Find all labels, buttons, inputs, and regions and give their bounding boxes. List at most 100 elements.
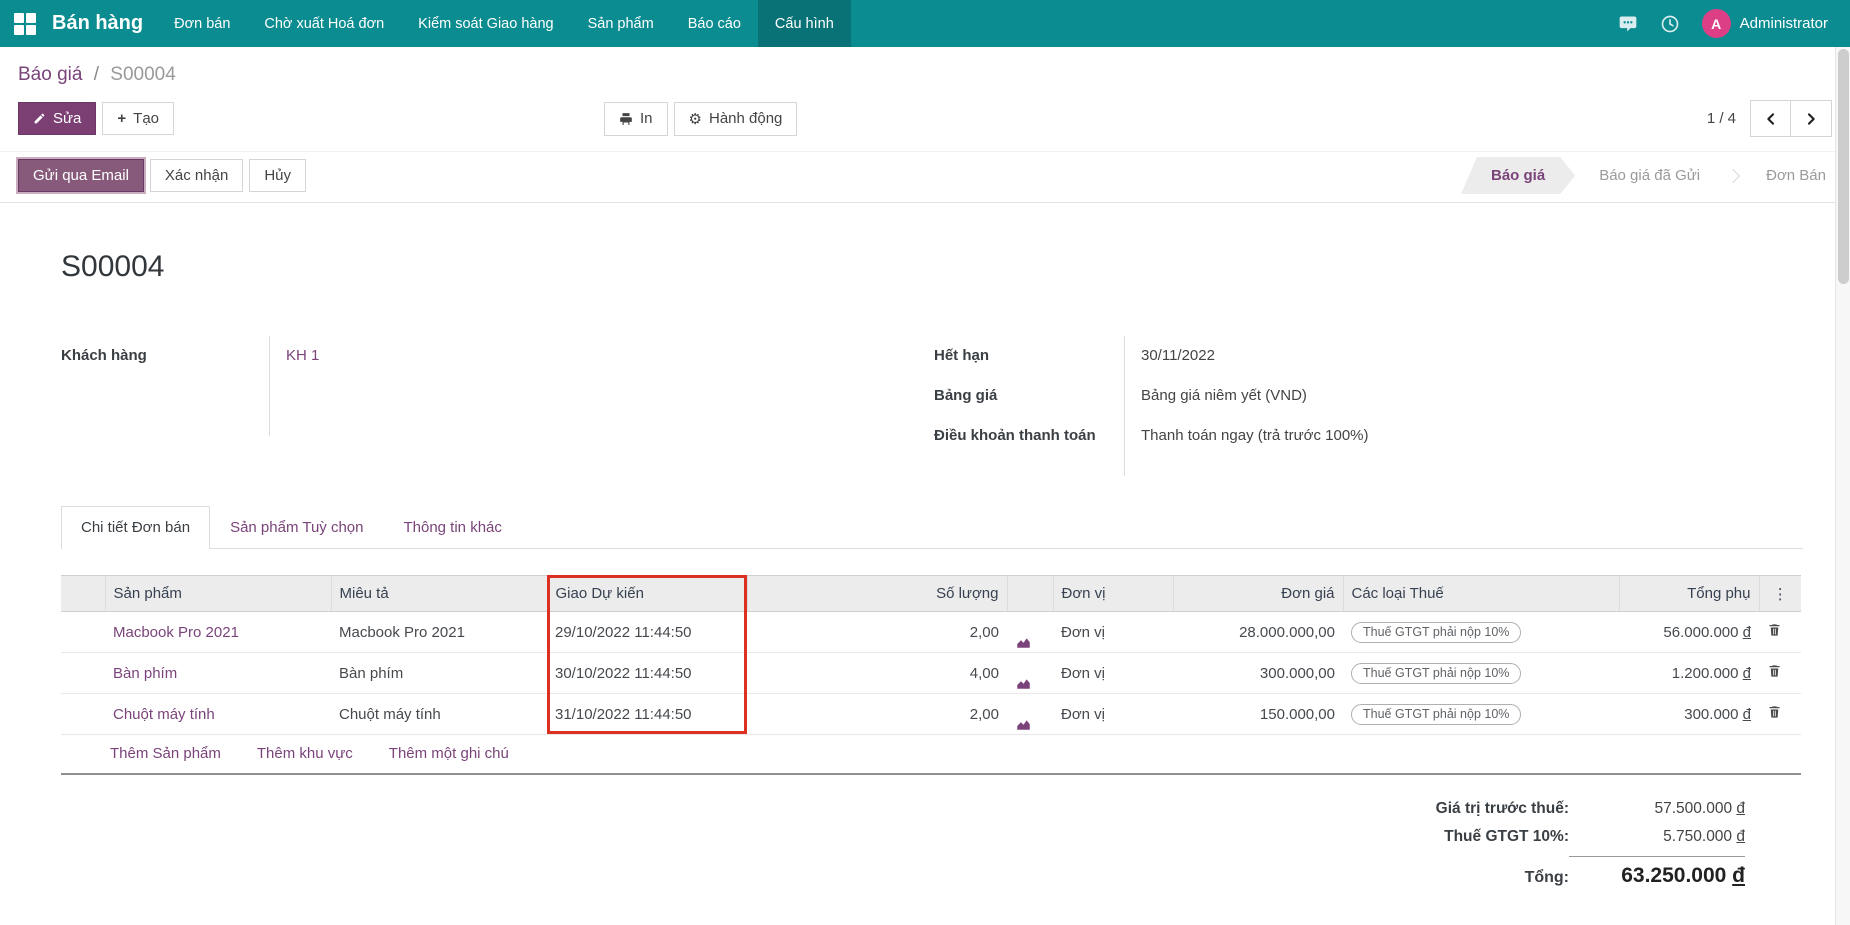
nav-item-cho-xuat-hoa-don[interactable]: Chờ xuất Hoá đơn (247, 0, 401, 47)
delete-row-icon[interactable] (1767, 663, 1782, 679)
status-bar: Gửi qua Email Xác nhận Hủy Báo giá Báo g… (0, 151, 1850, 203)
scrollbar-thumb[interactable] (1838, 49, 1849, 284)
payment-terms-value[interactable]: Thanh toán ngay (trả trước 100%) (1124, 416, 1494, 477)
vertical-scrollbar[interactable] (1835, 47, 1850, 925)
qty-cell[interactable]: 4,00 (747, 653, 1007, 694)
description-cell[interactable]: Bàn phím (331, 653, 547, 694)
currency-symbol: đ (1743, 706, 1751, 723)
nav-item-don-ban[interactable]: Đơn bán (157, 0, 247, 47)
add-section-link[interactable]: Thêm khu vực (257, 745, 353, 762)
delivery-cell[interactable]: 31/10/2022 11:44:50 (547, 694, 747, 735)
pager-next-button[interactable] (1791, 100, 1832, 137)
tab-other-info[interactable]: Thông tin khác (383, 506, 521, 548)
status-steps: Báo giá Báo giá đã Gửi Đơn Bán (1461, 157, 1836, 194)
currency-symbol: đ (1743, 665, 1751, 682)
notebook-tabs: Chi tiết Đơn bán Sản phẩm Tuỳ chọn Thông… (61, 506, 1803, 549)
print-button[interactable]: In (604, 102, 668, 136)
qty-cell[interactable]: 2,00 (747, 694, 1007, 735)
column-header-delivery[interactable]: Giao Dự kiến (547, 576, 747, 612)
column-header-uom[interactable]: Đơn vị (1053, 576, 1173, 612)
handle-column-header (61, 576, 105, 612)
page-title: S00004 (61, 250, 1803, 284)
column-header-subtotal[interactable]: Tổng phụ (1619, 576, 1759, 612)
row-handle[interactable] (61, 653, 105, 694)
untaxed-amount-label: Giá trị trước thuế: (1436, 800, 1569, 818)
column-header-qty[interactable]: Số lượng (747, 576, 1007, 612)
plus-icon: + (117, 110, 126, 127)
add-product-link[interactable]: Thêm Sản phẩm (110, 745, 221, 762)
pricelist-value[interactable]: Bảng giá niêm yết (VND) (1124, 376, 1494, 416)
nav-item-kiem-soat-giao-hang[interactable]: Kiểm soát Giao hàng (401, 0, 570, 47)
top-navbar: Bán hàng Đơn bán Chờ xuất Hoá đơn Kiểm s… (0, 0, 1850, 47)
column-header-price[interactable]: Đơn giá (1173, 576, 1343, 612)
column-header-description[interactable]: Miêu tả (331, 576, 547, 612)
subtotal-cell: 300.000 đ (1619, 694, 1759, 735)
tax-amount-value: 5.750.000 đ (1569, 828, 1745, 846)
app-name[interactable]: Bán hàng (46, 12, 157, 35)
row-handle[interactable] (61, 612, 105, 653)
cancel-button[interactable]: Hủy (249, 159, 306, 192)
send-by-email-button[interactable]: Gửi qua Email (18, 159, 144, 192)
qty-cell[interactable]: 2,00 (747, 612, 1007, 653)
tab-order-lines[interactable]: Chi tiết Đơn bán (61, 506, 210, 549)
table-row[interactable]: Chuột máy tính Chuột máy tính 31/10/2022… (61, 694, 1801, 735)
customer-label: Khách hàng (61, 336, 269, 436)
table-row[interactable]: Bàn phím Bàn phím 30/10/2022 11:44:50 4,… (61, 653, 1801, 694)
forecast-chart-icon[interactable] (1015, 716, 1045, 731)
nav-item-bao-cao[interactable]: Báo cáo (671, 0, 758, 47)
delivery-cell[interactable]: 30/10/2022 11:44:50 (547, 653, 747, 694)
uom-cell[interactable]: Đơn vị (1053, 694, 1173, 735)
messages-icon[interactable] (1618, 14, 1638, 34)
column-header-taxes[interactable]: Các loại Thuế (1343, 576, 1619, 612)
optional-columns-kebab-icon[interactable]: ⋮ (1759, 576, 1801, 612)
tax-badge[interactable]: Thuế GTGT phải nộp 10% (1351, 704, 1521, 725)
tax-badge[interactable]: Thuế GTGT phải nộp 10% (1351, 663, 1521, 684)
totals-block: Giá trị trước thuế: 57.500.000 đ Thuế GT… (1315, 795, 1745, 893)
currency-symbol: đ (1743, 624, 1751, 641)
column-header-product[interactable]: Sản phẩm (105, 576, 331, 612)
delete-row-icon[interactable] (1767, 622, 1782, 638)
delete-row-icon[interactable] (1767, 704, 1782, 720)
price-cell[interactable]: 150.000,00 (1173, 694, 1343, 735)
tax-badge[interactable]: Thuế GTGT phải nộp 10% (1351, 622, 1521, 643)
chevron-left-icon (1763, 111, 1779, 127)
tab-optional-products[interactable]: Sản phẩm Tuỳ chọn (210, 506, 383, 548)
total-amount-label: Tổng: (1525, 869, 1569, 887)
chevron-right-icon (1803, 111, 1819, 127)
user-menu[interactable]: A Administrator (1702, 9, 1828, 38)
edit-button[interactable]: Sửa (18, 102, 96, 135)
row-handle[interactable] (61, 694, 105, 735)
status-step-sales-order[interactable]: Đơn Bán (1742, 157, 1836, 194)
action-button[interactable]: ⚙ Hành động (674, 102, 798, 136)
add-note-link[interactable]: Thêm một ghi chú (389, 745, 509, 762)
nav-item-san-pham[interactable]: Sản phẩm (571, 0, 671, 47)
forecast-chart-icon[interactable] (1015, 634, 1045, 649)
table-row[interactable]: Macbook Pro 2021 Macbook Pro 2021 29/10/… (61, 612, 1801, 653)
apps-grid-icon[interactable] (14, 13, 36, 35)
column-header-qty-icon (1007, 576, 1053, 612)
breadcrumb-parent[interactable]: Báo giá (18, 64, 82, 85)
pager-previous-button[interactable] (1750, 100, 1791, 137)
untaxed-amount-value: 57.500.000 đ (1569, 800, 1745, 818)
uom-cell[interactable]: Đơn vị (1053, 612, 1173, 653)
activities-clock-icon[interactable] (1660, 14, 1680, 34)
expiration-value[interactable]: 30/11/2022 (1124, 336, 1494, 376)
nav-item-cau-hinh[interactable]: Cấu hình (758, 0, 851, 47)
total-amount-value: 63.250.000 đ (1569, 856, 1745, 888)
price-cell[interactable]: 28.000.000,00 (1173, 612, 1343, 653)
create-button[interactable]: + Tạo (102, 102, 174, 135)
product-cell[interactable]: Macbook Pro 2021 (113, 624, 239, 641)
status-step-quotation-sent[interactable]: Báo giá đã Gửi (1575, 157, 1724, 194)
status-step-quotation[interactable]: Báo giá (1461, 157, 1575, 194)
description-cell[interactable]: Chuột máy tính (331, 694, 547, 735)
customer-value[interactable]: KH 1 (269, 336, 932, 436)
confirm-button[interactable]: Xác nhận (150, 159, 243, 192)
delivery-cell[interactable]: 29/10/2022 11:44:50 (547, 612, 747, 653)
order-lines-table: Sản phẩm Miêu tả Giao Dự kiến Số lượng Đ… (61, 575, 1801, 735)
description-cell[interactable]: Macbook Pro 2021 (331, 612, 547, 653)
product-cell[interactable]: Chuột máy tính (113, 706, 215, 723)
product-cell[interactable]: Bàn phím (113, 665, 177, 682)
price-cell[interactable]: 300.000,00 (1173, 653, 1343, 694)
forecast-chart-icon[interactable] (1015, 675, 1045, 690)
uom-cell[interactable]: Đơn vị (1053, 653, 1173, 694)
